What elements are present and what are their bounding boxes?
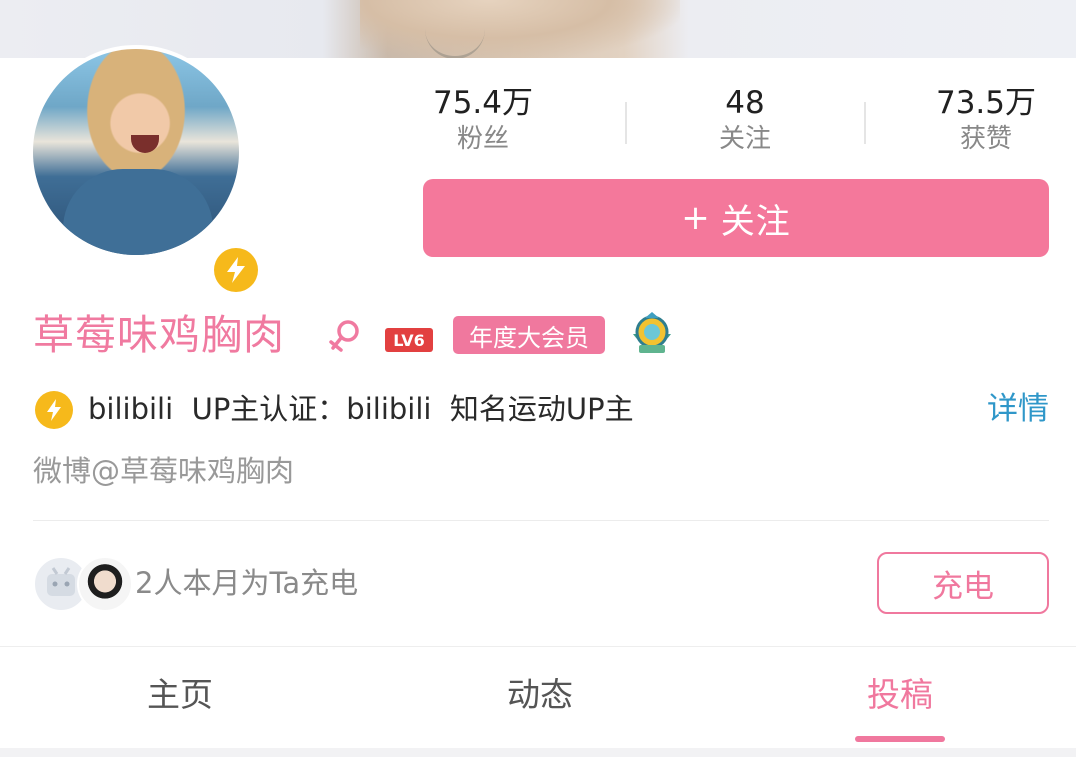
charge-button[interactable]: 充电 bbox=[877, 552, 1049, 614]
following-count: 48 bbox=[725, 85, 765, 121]
charger-avatar bbox=[77, 556, 133, 612]
follow-button-label: 关注 bbox=[720, 201, 791, 242]
tab-uploads[interactable]: 投稿 bbox=[800, 670, 1000, 720]
certification-text: bilibili UP主认证：bilibili 知名运动UP主 bbox=[88, 392, 634, 426]
profile-avatar[interactable] bbox=[29, 45, 263, 297]
bio-text: 微博@草莓味鸡胸肉 bbox=[33, 454, 295, 488]
stat-fans[interactable]: 75.4万 粉丝 bbox=[398, 86, 568, 156]
achievement-medal-icon[interactable] bbox=[627, 312, 677, 360]
avatar-image bbox=[33, 49, 239, 255]
lightning-bolt-icon bbox=[214, 248, 258, 292]
banner-image bbox=[360, 0, 680, 58]
following-label: 关注 bbox=[718, 124, 771, 154]
stat-following[interactable]: 48 关注 bbox=[660, 86, 830, 156]
tab-home[interactable]: 主页 bbox=[80, 670, 280, 720]
follow-button[interactable]: + 关注 bbox=[423, 179, 1049, 257]
level-badge: LV6 bbox=[385, 328, 433, 352]
avatar-image-smile bbox=[131, 135, 159, 153]
plus-icon: + bbox=[681, 198, 711, 238]
verified-badge bbox=[209, 243, 263, 297]
stat-divider bbox=[864, 102, 866, 144]
charger-avatars[interactable] bbox=[33, 556, 133, 612]
bottom-gap bbox=[0, 748, 1076, 757]
section-divider bbox=[33, 520, 1049, 521]
stat-divider bbox=[625, 102, 627, 144]
username: 草莓味鸡胸肉 bbox=[33, 311, 285, 359]
female-gender-icon bbox=[329, 320, 359, 352]
tab-bar-divider bbox=[0, 646, 1076, 647]
avatar-image-shirt bbox=[63, 169, 213, 255]
details-link[interactable]: 详情 bbox=[987, 386, 1049, 432]
certification-row: bilibili UP主认证：bilibili 知名运动UP主 详情 bbox=[33, 386, 1049, 432]
tab-dynamics[interactable]: 动态 bbox=[440, 670, 640, 720]
likes-count: 73.5万 bbox=[935, 85, 1037, 121]
charge-count-text: 2人本月为Ta充电 bbox=[135, 566, 359, 600]
fans-label: 粉丝 bbox=[456, 124, 509, 154]
likes-label: 获赞 bbox=[959, 124, 1012, 154]
stat-likes[interactable]: 73.5万 获赞 bbox=[901, 86, 1071, 156]
lightning-bolt-icon bbox=[35, 391, 73, 429]
vip-badge[interactable]: 年度大会员 bbox=[453, 316, 605, 354]
active-tab-indicator bbox=[855, 736, 945, 742]
fans-count: 75.4万 bbox=[432, 85, 534, 121]
